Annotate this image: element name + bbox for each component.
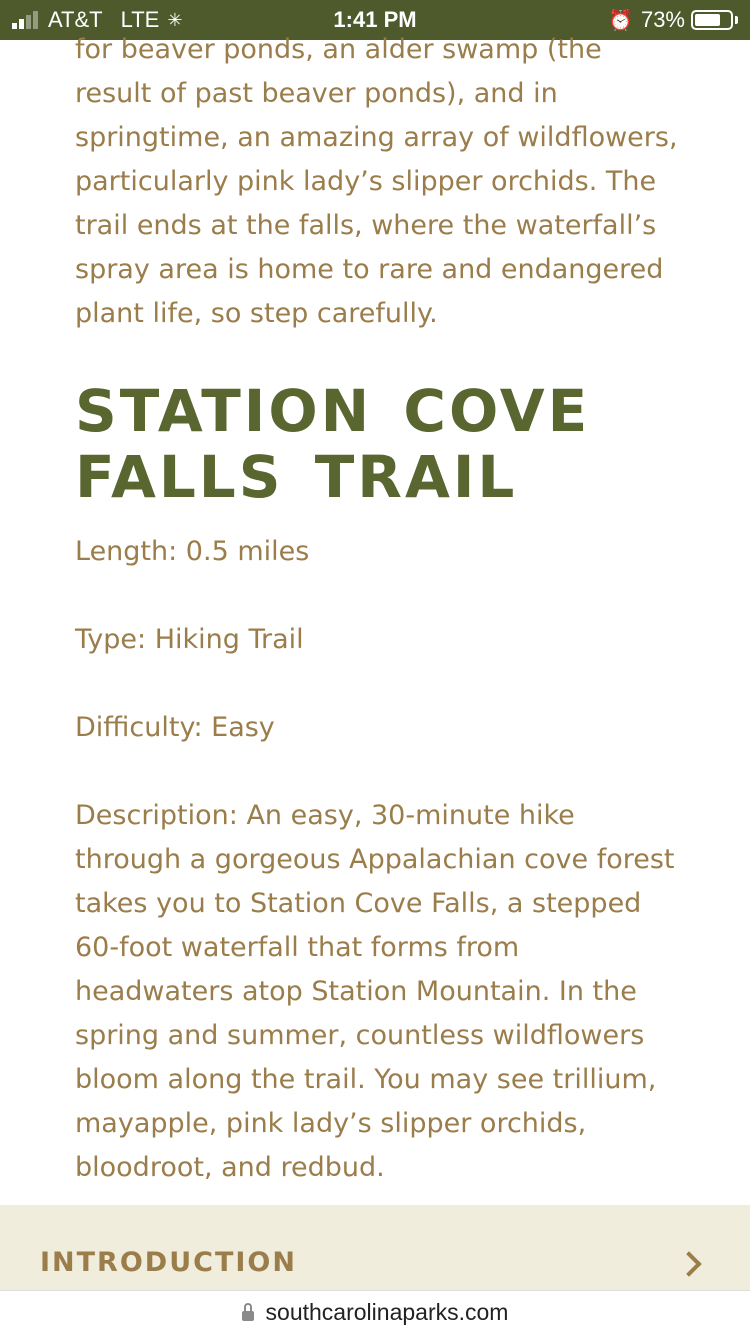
section-title: STATION COVE FALLS TRAIL xyxy=(75,377,591,511)
lock-icon xyxy=(241,1302,254,1321)
accordion-label: INTRODUCTION xyxy=(40,1247,297,1278)
battery-cap xyxy=(735,16,738,24)
intro-paragraph: for beaver ponds, an alder swamp (the re… xyxy=(75,34,678,329)
introduction-accordion[interactable]: INTRODUCTION xyxy=(0,1205,750,1290)
trail-description: Description: An easy, 30-minute hike thr… xyxy=(75,800,675,1183)
chevron-right-icon xyxy=(676,1251,702,1277)
article-content: for beaver ponds, an alder swamp (the re… xyxy=(75,28,685,1190)
trail-length: Length: 0.5 miles xyxy=(75,536,310,567)
battery-icon xyxy=(691,10,733,30)
url-domain: southcarolinaparks.com xyxy=(265,1299,509,1325)
trail-difficulty: Difficulty: Easy xyxy=(75,712,275,743)
browser-url-bar[interactable]: southcarolinaparks.com xyxy=(0,1290,750,1334)
trail-type: Type: Hiking Trail xyxy=(75,624,304,655)
